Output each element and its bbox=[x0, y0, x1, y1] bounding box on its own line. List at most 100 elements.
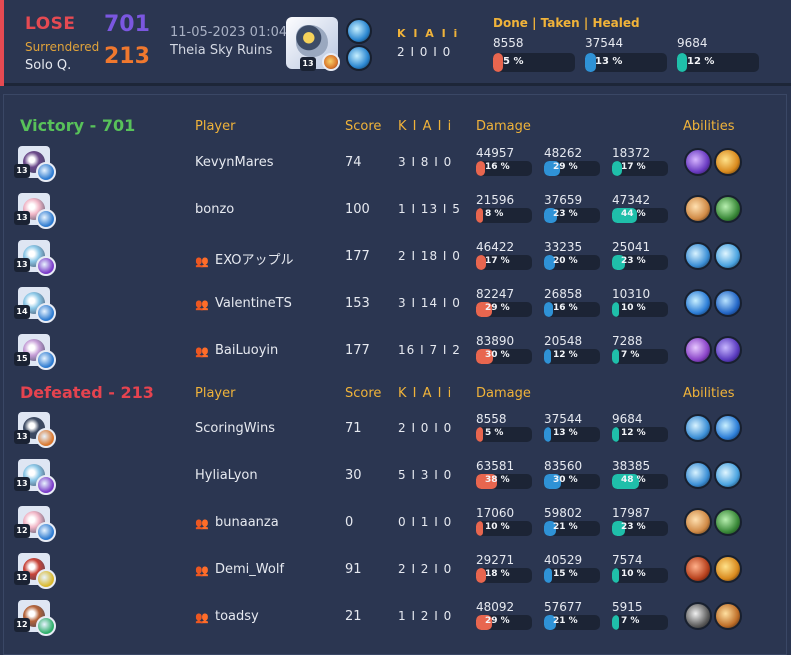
player-row[interactable]: 12 👥 Demi_Wolf 91 2 I 2 I 0 29271 18 % 40529 15 … bbox=[4, 549, 788, 596]
player-name[interactable]: Demi_Wolf bbox=[215, 562, 284, 577]
held-item-icon bbox=[36, 522, 56, 542]
player-kali: 5 I 3 I 0 bbox=[398, 468, 453, 482]
player-name[interactable]: ValentineTS bbox=[215, 296, 292, 311]
player-name[interactable]: toadsy bbox=[215, 609, 259, 624]
player-row[interactable]: 13 ScoringWins 71 2 I 0 I 0 8558 5 % 37544 13 %… bbox=[4, 408, 788, 455]
damage-done-bar: 17 % bbox=[476, 255, 532, 270]
level-badge: 12 bbox=[14, 571, 30, 585]
damage-taken-bar: 13 % bbox=[544, 427, 600, 442]
healed-bar: 12 % bbox=[677, 53, 759, 72]
ability-icon[interactable] bbox=[714, 336, 742, 364]
player-name-cell[interactable]: 👥 EXOアップル bbox=[195, 249, 294, 268]
damage-done-stat: 46422 17 % bbox=[476, 240, 532, 270]
player-name-cell[interactable]: ScoringWins bbox=[195, 421, 275, 436]
ability-icon[interactable] bbox=[714, 508, 742, 536]
player-score: 91 bbox=[345, 562, 362, 577]
ability-icon[interactable] bbox=[684, 148, 712, 176]
player-row[interactable]: 14 👥 ValentineTS 153 3 I 14 I 0 82247 29 % 2685… bbox=[4, 283, 788, 330]
column-header-score: Score bbox=[345, 386, 382, 401]
damage-taken-value: 59802 bbox=[544, 506, 583, 520]
damage-taken-bar: 29 % bbox=[544, 161, 600, 176]
player-name[interactable]: EXOアップル bbox=[215, 253, 294, 268]
ability-icon[interactable] bbox=[684, 508, 712, 536]
level-badge: 13 bbox=[14, 164, 30, 178]
damage-taken-percent: 21 % bbox=[553, 522, 578, 532]
player-name-cell[interactable]: 👥 Demi_Wolf bbox=[195, 562, 284, 577]
level-badge: 15 bbox=[14, 352, 30, 366]
damage-done-bar: 16 % bbox=[476, 161, 532, 176]
damage-taken-percent: 12 % bbox=[553, 350, 578, 360]
player-name[interactable]: ScoringWins bbox=[195, 421, 275, 436]
player-pokemon-avatar[interactable]: 13 bbox=[286, 17, 340, 71]
ability-icon[interactable] bbox=[714, 289, 742, 317]
party-icon: 👥 bbox=[195, 298, 209, 311]
ability-icon[interactable] bbox=[684, 461, 712, 489]
damage-taken-stat: 57677 21 % bbox=[544, 600, 600, 630]
damage-done-fill bbox=[476, 521, 483, 536]
player-row[interactable]: 13 👥 EXOアップル 177 2 I 18 I 0 46422 17 % 33235 20 … bbox=[4, 236, 788, 283]
damage-taken-value: 57677 bbox=[544, 600, 583, 614]
ability-icon[interactable] bbox=[714, 602, 742, 630]
player-name-cell[interactable]: bonzo bbox=[195, 202, 234, 217]
ability-icon[interactable] bbox=[714, 148, 742, 176]
healed-fill bbox=[612, 427, 619, 442]
player-row[interactable]: 15 👥 BaiLuoyin 177 16 I 7 I 2 83890 30 % 20548 1… bbox=[4, 330, 788, 377]
victory-team-title: Victory - 701 bbox=[20, 116, 136, 135]
ability-icon[interactable] bbox=[684, 414, 712, 442]
match-summary-header[interactable]: LOSE Surrendered Solo Q. 701 213 11-05-2… bbox=[0, 0, 791, 86]
healed-stat: 17987 23 % bbox=[612, 506, 668, 536]
ability-icon[interactable] bbox=[714, 242, 742, 270]
player-name-cell[interactable]: 👥 BaiLuoyin bbox=[195, 343, 278, 358]
column-header-damage: Damage bbox=[476, 386, 531, 401]
ability-icon[interactable] bbox=[684, 602, 712, 630]
player-row[interactable]: 13 KevynMares 74 3 I 8 I 0 44957 16 % 48262 29 … bbox=[4, 142, 788, 189]
healed-stat: 18372 17 % bbox=[612, 146, 668, 176]
player-name-cell[interactable]: 👥 ValentineTS bbox=[195, 296, 292, 311]
ability-icon[interactable] bbox=[684, 195, 712, 223]
player-name-cell[interactable]: KevynMares bbox=[195, 155, 274, 170]
damage-taken-bar: 15 % bbox=[544, 568, 600, 583]
damage-done-percent: 30 % bbox=[485, 350, 510, 360]
ability-icon[interactable] bbox=[684, 289, 712, 317]
damage-taken-fill bbox=[544, 568, 553, 583]
damage-done-stat: 29271 18 % bbox=[476, 553, 532, 583]
healed-stat: 25041 23 % bbox=[612, 240, 668, 270]
damage-taken-bar: 30 % bbox=[544, 474, 600, 489]
healed-bar: 48 % bbox=[612, 474, 668, 489]
level-badge: 13 bbox=[14, 430, 30, 444]
player-row[interactable]: 13 bonzo 100 1 I 13 I 5 21596 8 % 37659 23 % 473… bbox=[4, 189, 788, 236]
player-name[interactable]: bonzo bbox=[195, 202, 234, 217]
ability-icon[interactable] bbox=[714, 195, 742, 223]
healed-bar: 7 % bbox=[612, 349, 668, 364]
damage-done-stat: 8558 5 % bbox=[476, 412, 532, 442]
damage-taken-stat: 37659 23 % bbox=[544, 193, 600, 223]
ability-icon[interactable] bbox=[714, 555, 742, 583]
player-name-cell[interactable]: HyliaLyon bbox=[195, 468, 258, 483]
player-row[interactable]: 13 HyliaLyon 30 5 I 3 I 0 63581 38 % 83560 30 %… bbox=[4, 455, 788, 502]
ability-icon[interactable] bbox=[714, 414, 742, 442]
ability-icon[interactable] bbox=[684, 555, 712, 583]
player-row[interactable]: 12 👥 toadsy 21 1 I 2 I 0 48092 29 % 57677 21 % 59… bbox=[4, 596, 788, 643]
damage-taken-bar: 12 % bbox=[544, 349, 600, 364]
healed-bar: 10 % bbox=[612, 302, 668, 317]
player-name[interactable]: HyliaLyon bbox=[195, 468, 258, 483]
player-row[interactable]: 12 👥 bunaanza 0 0 I 1 I 0 17060 10 % 59802 21 % 1… bbox=[4, 502, 788, 549]
player-name[interactable]: bunaanza bbox=[215, 515, 279, 530]
damage-done-fill bbox=[476, 208, 483, 223]
player-name-cell[interactable]: 👥 bunaanza bbox=[195, 515, 279, 530]
ability-icon[interactable] bbox=[714, 461, 742, 489]
player-name-cell[interactable]: 👥 toadsy bbox=[195, 609, 259, 624]
damage-taken-value: 48262 bbox=[544, 146, 583, 160]
damage-taken-bar: 21 % bbox=[544, 615, 600, 630]
ability-icon[interactable] bbox=[684, 336, 712, 364]
damage-taken-stat: 83560 30 % bbox=[544, 459, 600, 489]
healed-value: 7288 bbox=[612, 334, 643, 348]
player-name[interactable]: BaiLuoyin bbox=[215, 343, 278, 358]
healed-value: 9684 bbox=[677, 36, 708, 50]
score-orange-team: 213 bbox=[104, 44, 150, 69]
ability-icon[interactable] bbox=[684, 242, 712, 270]
match-date: 11-05-2023 01:04 bbox=[170, 25, 288, 40]
player-name[interactable]: KevynMares bbox=[195, 155, 274, 170]
pokemon-icon bbox=[296, 25, 328, 57]
healed-stat: 7288 7 % bbox=[612, 334, 668, 364]
